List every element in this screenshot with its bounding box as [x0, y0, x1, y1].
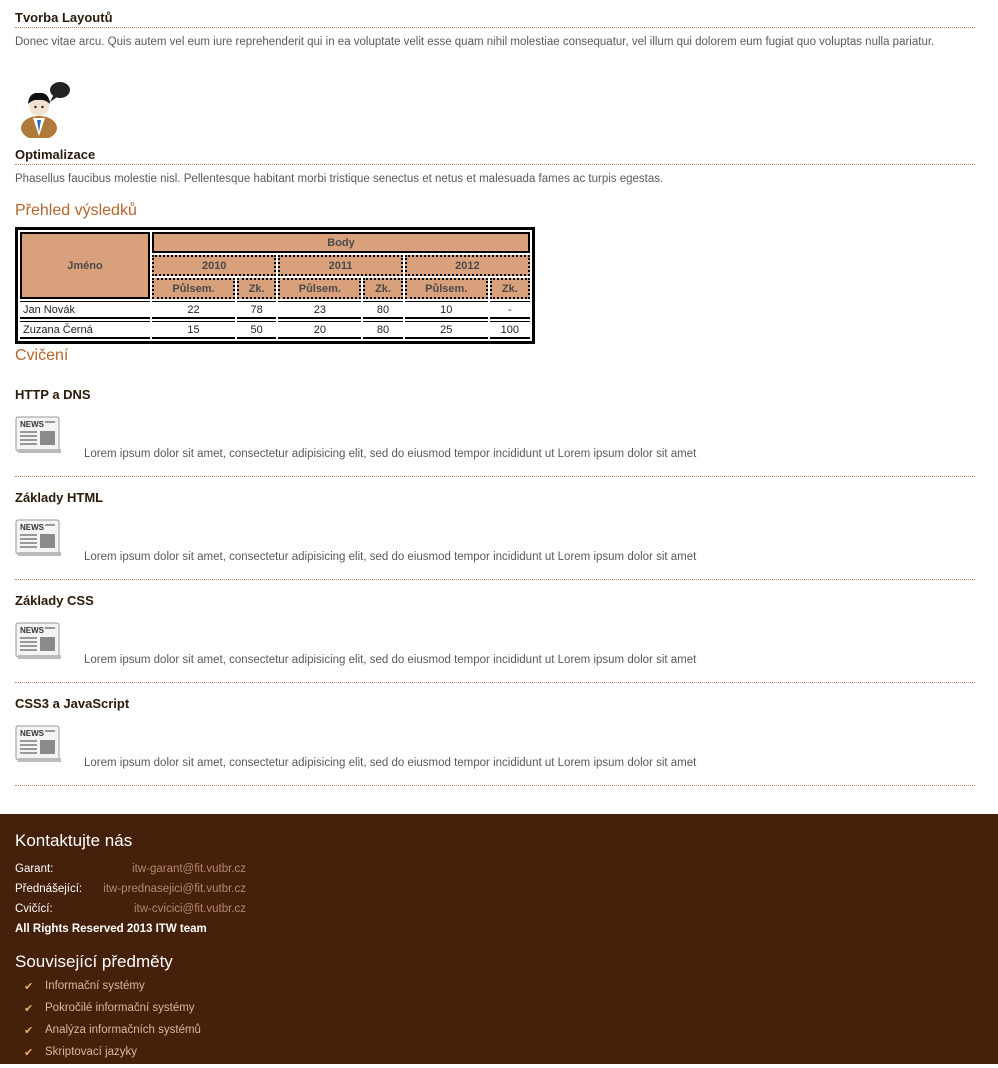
- year-header: 2011: [278, 255, 403, 276]
- news-icon: NEWS: [15, 622, 61, 659]
- sub-header-pulsem: Půlsem.: [404, 278, 488, 299]
- contact-email-link[interactable]: itw-prednasejici@fit.vutbr.cz: [103, 883, 246, 895]
- checkmark-icon: ✔: [24, 1047, 34, 1059]
- exercise-text: Lorem ipsum dolor sit amet, consectetur …: [84, 654, 697, 666]
- table-row: Zuzana Černá 15 50 20 80 25 100: [20, 321, 530, 339]
- col-name-header: Jméno: [20, 232, 150, 299]
- related-item[interactable]: ✔ Skriptovací jazyky: [15, 1046, 201, 1068]
- news-icon-label: NEWS: [20, 729, 45, 738]
- cell-value: 23: [278, 301, 362, 319]
- exercise-text: Lorem ipsum dolor sit amet, consectetur …: [84, 448, 697, 460]
- related-list: ✔ Informační systémy ✔ Pokročilé informačn…: [15, 980, 201, 1068]
- year-header: 2012: [404, 255, 530, 276]
- contact-label: Cvičící:: [15, 903, 53, 915]
- cell-name: Jan Novák: [20, 301, 150, 319]
- section-text: Phasellus faucibus molestie nisl. Pellen…: [15, 173, 664, 185]
- person-speech-icon: [19, 80, 71, 140]
- sub-header-zk: Zk.: [236, 278, 277, 299]
- sub-header-zk: Zk.: [363, 278, 403, 299]
- cell-value: 15: [152, 321, 235, 339]
- exercise-text: Lorem ipsum dolor sit amet, consectetur …: [84, 551, 697, 563]
- copyright-text: All Rights Reserved 2013 ITW team: [15, 923, 207, 935]
- news-icon: NEWS: [15, 725, 61, 762]
- related-item[interactable]: ✔ Informační systémy: [15, 980, 201, 1002]
- table-row: Jan Novák 22 78 23 80 10 -: [20, 301, 530, 319]
- cell-value: 80: [363, 321, 403, 339]
- cell-value: 22: [152, 301, 235, 319]
- cell-value: 78: [236, 301, 277, 319]
- year-header: 2010: [152, 255, 277, 276]
- related-item[interactable]: ✔ Pokročilé informační systémy: [15, 1002, 201, 1024]
- exercise-body: NEWS Lorem ipsum dolor sit amet, consect…: [15, 723, 975, 786]
- contact-row: Přednášející: itw-prednasejici@fit.vutbr…: [15, 883, 246, 895]
- related-heading: Související předměty: [15, 952, 173, 971]
- results-heading: Přehled výsledků: [15, 202, 137, 219]
- section-title: Optimalizace: [15, 147, 975, 165]
- section-title: Tvorba Layoutů: [15, 10, 975, 28]
- related-item-label: Informační systémy: [45, 980, 145, 992]
- section-text: Donec vitae arcu. Quis autem vel eum iur…: [15, 36, 935, 48]
- section-optimalizace: Optimalizace Phasellus faucibus molestie…: [15, 147, 975, 189]
- exercise-item: CSS3 a JavaScript NEWS Lorem ipsum dolor…: [15, 696, 975, 799]
- news-icon: NEWS: [15, 519, 61, 556]
- exercise-item: Základy HTML NEWS Lorem ipsum dolor sit …: [15, 490, 975, 593]
- exercise-title[interactable]: CSS3 a JavaScript: [15, 696, 975, 713]
- exercise-body: NEWS Lorem ipsum dolor sit amet, consect…: [15, 620, 975, 683]
- cell-value: 20: [278, 321, 362, 339]
- sub-header-zk: Zk.: [489, 278, 530, 299]
- cell-value: 80: [363, 301, 403, 319]
- news-icon-label: NEWS: [20, 626, 45, 635]
- cell-value: 10: [404, 301, 488, 319]
- cell-value: 100: [489, 321, 530, 339]
- cell-value: 25: [404, 321, 488, 339]
- section-tvorba-layoutu: Tvorba Layoutů Donec vitae arcu. Quis au…: [15, 10, 975, 52]
- exercise-title[interactable]: Základy CSS: [15, 593, 975, 610]
- related-item-label: Analýza informačních systémů: [45, 1024, 201, 1036]
- cell-value: -: [489, 301, 530, 319]
- footer: Kontaktujte nás Garant: itw-garant@fit.v…: [0, 814, 998, 1064]
- sub-header-pulsem: Půlsem.: [152, 278, 235, 299]
- exercise-item: Základy CSS NEWS Lorem ipsum dolor sit a…: [15, 593, 975, 696]
- exercise-body: NEWS Lorem ipsum dolor sit amet, consect…: [15, 517, 975, 580]
- contact-label: Přednášející:: [15, 883, 83, 895]
- news-icon: NEWS: [15, 416, 61, 453]
- results-table-wrap: Jméno Body 2010 2011 2012 Půlsem. Zk. Pů…: [15, 227, 535, 344]
- cell-name: Zuzana Černá: [20, 321, 150, 339]
- related-item-label: Skriptovací jazyky: [45, 1046, 138, 1058]
- contact-row: Cvičící: itw-cvicici@fit.vutbr.cz: [15, 903, 246, 915]
- exercise-title[interactable]: HTTP a DNS: [15, 387, 975, 404]
- contact-email-link[interactable]: itw-garant@fit.vutbr.cz: [132, 863, 246, 875]
- contact-label: Garant:: [15, 863, 54, 875]
- related-item[interactable]: ✔ Analýza informačních systémů: [15, 1024, 201, 1046]
- news-icon-label: NEWS: [20, 523, 45, 532]
- exercise-title[interactable]: Základy HTML: [15, 490, 975, 507]
- col-body-header: Body: [152, 232, 530, 253]
- results-table: Jméno Body 2010 2011 2012 Půlsem. Zk. Pů…: [15, 227, 535, 344]
- contact-email-link[interactable]: itw-cvicici@fit.vutbr.cz: [134, 903, 246, 915]
- checkmark-icon: ✔: [24, 1025, 34, 1037]
- contact-row: Garant: itw-garant@fit.vutbr.cz: [15, 863, 246, 875]
- exercise-body: NEWS Lorem ipsum dolor sit amet, consect…: [15, 414, 975, 477]
- exercise-item: HTTP a DNS NEWS Lorem ipsum dolor sit am…: [15, 387, 975, 490]
- news-icon-label: NEWS: [20, 420, 45, 429]
- related-item-label: Pokročilé informační systémy: [45, 1002, 195, 1014]
- exercise-text: Lorem ipsum dolor sit amet, consectetur …: [84, 757, 697, 769]
- checkmark-icon: ✔: [24, 981, 34, 993]
- exercises-heading: Cvičení: [15, 347, 69, 364]
- checkmark-icon: ✔: [24, 1003, 34, 1015]
- sub-header-pulsem: Půlsem.: [278, 278, 362, 299]
- cell-value: 50: [236, 321, 277, 339]
- exercise-list: HTTP a DNS NEWS Lorem ipsum dolor sit am…: [15, 387, 975, 799]
- contact-heading: Kontaktujte nás: [15, 831, 133, 850]
